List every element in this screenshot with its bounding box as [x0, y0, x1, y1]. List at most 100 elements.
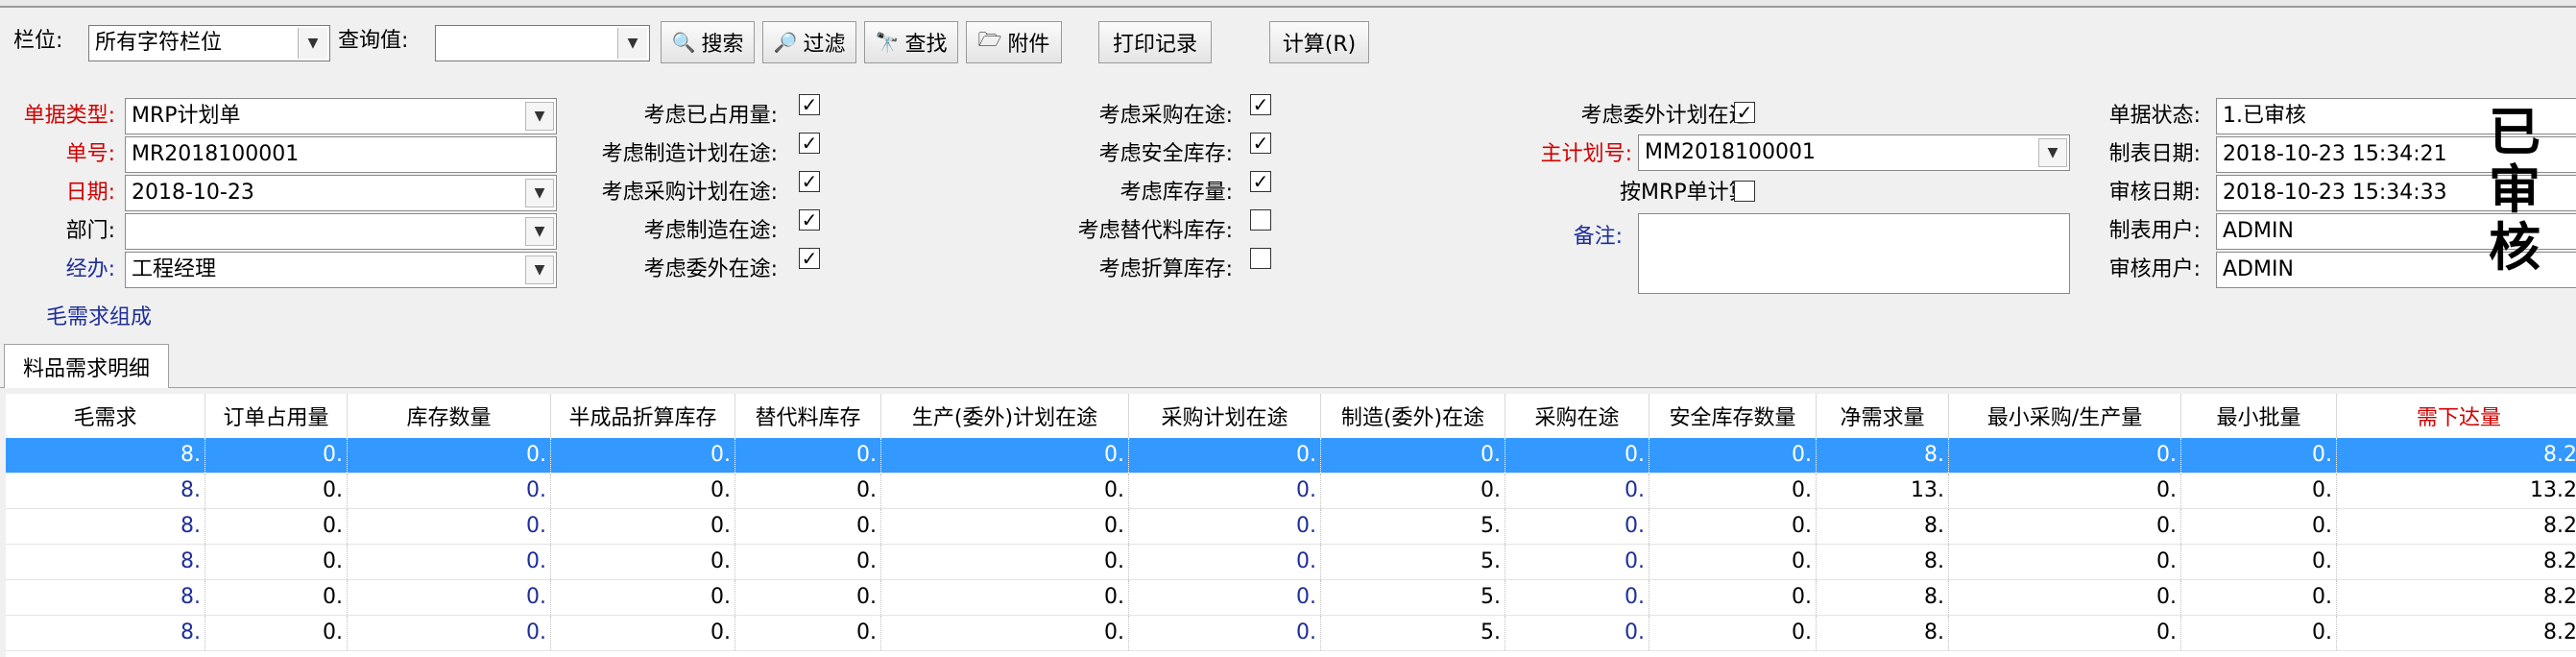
table-cell[interactable]: 0. [1949, 438, 2181, 473]
column-header[interactable]: 最小采购/生产量 [1949, 394, 2181, 438]
find-button[interactable]: 🔭 查找 [864, 21, 958, 63]
table-cell[interactable]: 0. [551, 616, 735, 650]
table-cell[interactable]: 8. [1817, 580, 1949, 615]
table-cell[interactable]: 8. [1817, 616, 1949, 650]
filter-button[interactable]: 🔎 过滤 [762, 21, 856, 63]
table-cell[interactable]: 8. [6, 509, 205, 544]
opt-b-checkbox-1[interactable]: ✓ [1250, 94, 1271, 115]
master-plan-select[interactable]: MM2018100001 ▼ [1638, 134, 2070, 171]
table-row[interactable]: 8. 0. 0. 0. 0. 0. 0. 5. 0. 0. 8. 0. 0. 8.2 [6, 580, 2576, 616]
table-cell[interactable]: 0. [1505, 616, 1649, 650]
table-row[interactable]: 8. 0. 0. 0. 0. 0. 0. 5. 0. 0. 8. 0. 0. 8.2 [6, 545, 2576, 580]
table-cell[interactable]: 0. [1129, 580, 1321, 615]
table-cell[interactable]: 0. [2181, 474, 2337, 508]
column-header[interactable]: 需下达量 [2337, 394, 2576, 438]
table-cell[interactable]: 8. [6, 545, 205, 579]
column-header[interactable]: 订单占用量 [205, 394, 348, 438]
table-cell[interactable]: 0. [1505, 545, 1649, 579]
table-cell[interactable]: 0. [205, 474, 348, 508]
table-cell[interactable]: 0. [348, 509, 551, 544]
demand-detail-grid[interactable]: 毛需求 订单占用量 库存数量 半成品折算库存 替代料库存 生产(委外)计划在途 采购计划在途… [6, 394, 2576, 657]
table-cell[interactable]: 0. [735, 616, 881, 650]
table-cell[interactable]: 0. [1649, 616, 1817, 650]
table-cell[interactable]: 0. [348, 474, 551, 508]
remark-textarea[interactable] [1638, 213, 2070, 294]
opt-b-checkbox-5[interactable] [1250, 248, 1271, 269]
table-cell[interactable]: 0. [205, 580, 348, 615]
column-header[interactable]: 最小批量 [2181, 394, 2337, 438]
table-cell[interactable]: 0. [735, 438, 881, 473]
opt-a-checkbox-4[interactable]: ✓ [799, 209, 820, 231]
table-cell[interactable]: 0. [2181, 616, 2337, 650]
table-cell[interactable]: 0. [1505, 474, 1649, 508]
table-cell[interactable]: 0. [881, 509, 1129, 544]
table-cell[interactable]: 8. [1817, 509, 1949, 544]
table-cell[interactable]: 0. [2181, 438, 2337, 473]
table-cell[interactable]: 0. [1505, 580, 1649, 615]
table-cell[interactable]: 0. [1649, 438, 1817, 473]
table-cell[interactable]: 0. [205, 545, 348, 579]
column-header[interactable]: 毛需求 [6, 394, 205, 438]
table-cell[interactable]: 0. [1949, 509, 2181, 544]
table-cell[interactable]: 0. [1649, 580, 1817, 615]
table-cell[interactable]: 0. [551, 438, 735, 473]
table-cell[interactable]: 8.2 [2337, 438, 2576, 473]
table-cell[interactable]: 8.2 [2337, 580, 2576, 615]
outsource-plan-checkbox[interactable]: ✓ [1734, 102, 1755, 123]
table-cell[interactable]: 0. [2181, 545, 2337, 579]
field-select[interactable]: 所有字符栏位 ▼ [88, 25, 330, 61]
table-cell[interactable]: 0. [1949, 545, 2181, 579]
table-cell[interactable]: 0. [881, 580, 1129, 615]
opt-b-checkbox-2[interactable]: ✓ [1250, 133, 1271, 154]
by-mrp-checkbox[interactable] [1734, 181, 1755, 202]
opt-a-checkbox-1[interactable]: ✓ [799, 94, 820, 115]
table-cell[interactable]: 8. [6, 474, 205, 508]
table-cell[interactable]: 0. [735, 545, 881, 579]
table-cell[interactable]: 0. [881, 545, 1129, 579]
table-cell[interactable]: 0. [1505, 438, 1649, 473]
table-cell[interactable]: 8.2 [2337, 509, 2576, 544]
print-log-button[interactable]: 打印记录 [1098, 21, 1212, 63]
table-row[interactable]: 8. 0. 0. 0. 0. 0. 0. 5. 0. 0. 8. 0. 0. 8.2 [6, 509, 2576, 545]
table-cell[interactable]: 0. [1949, 474, 2181, 508]
table-cell[interactable]: 0. [1949, 580, 2181, 615]
table-row[interactable]: 8. 0. 0. 0. 0. 0. 0. 0. 0. 0. 8. 0. 0. 8.2 [6, 438, 2576, 474]
table-cell[interactable]: 0. [1129, 616, 1321, 650]
table-cell[interactable]: 5. [1321, 616, 1505, 650]
table-cell[interactable]: 8. [6, 438, 205, 473]
table-cell[interactable]: 0. [881, 474, 1129, 508]
table-cell[interactable]: 8. [1817, 545, 1949, 579]
table-cell[interactable]: 13. [1817, 474, 1949, 508]
column-header[interactable]: 库存数量 [348, 394, 551, 438]
table-cell[interactable]: 0. [205, 616, 348, 650]
table-cell[interactable]: 0. [1321, 438, 1505, 473]
query-select[interactable]: ▼ [435, 25, 650, 61]
table-cell[interactable]: 5. [1321, 545, 1505, 579]
table-cell[interactable]: 0. [205, 509, 348, 544]
column-header[interactable]: 采购在途 [1505, 394, 1649, 438]
table-cell[interactable]: 5. [1321, 509, 1505, 544]
gross-demand-link[interactable]: 毛需求组成 [46, 304, 152, 332]
table-cell[interactable]: 0. [1321, 474, 1505, 508]
table-cell[interactable]: 0. [735, 580, 881, 615]
column-header[interactable]: 净需求量 [1817, 394, 1949, 438]
column-header[interactable]: 替代料库存 [735, 394, 881, 438]
table-cell[interactable]: 0. [881, 438, 1129, 473]
opt-a-checkbox-5[interactable]: ✓ [799, 248, 820, 269]
tab-material-demand-detail[interactable]: 料品需求明细 [4, 344, 169, 388]
table-cell[interactable]: 0. [1649, 545, 1817, 579]
table-cell[interactable]: 0. [1129, 509, 1321, 544]
table-row[interactable]: 8. 0. 0. 0. 0. 0. 0. 5. 0. 0. 8. 0. 0. 8.2 [6, 616, 2576, 651]
table-cell[interactable]: 0. [1129, 474, 1321, 508]
opt-a-checkbox-3[interactable]: ✓ [799, 171, 820, 192]
table-cell[interactable]: 0. [348, 580, 551, 615]
table-cell[interactable]: 0. [1949, 616, 2181, 650]
table-cell[interactable]: 0. [735, 509, 881, 544]
table-cell[interactable]: 0. [1129, 438, 1321, 473]
table-cell[interactable]: 13.2 [2337, 474, 2576, 508]
table-cell[interactable]: 0. [735, 474, 881, 508]
table-cell[interactable]: 0. [1129, 545, 1321, 579]
table-cell[interactable]: 0. [1649, 474, 1817, 508]
table-cell[interactable]: 0. [348, 438, 551, 473]
table-cell[interactable]: 0. [551, 545, 735, 579]
